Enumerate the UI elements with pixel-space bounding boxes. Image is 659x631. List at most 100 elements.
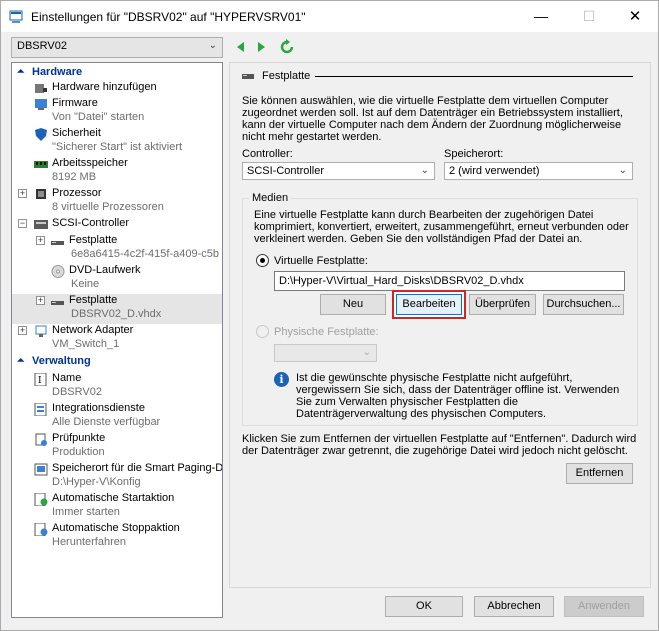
tree-item-detail: VM_Switch_1 <box>52 338 120 350</box>
smart-paging-icon <box>34 463 48 476</box>
media-group-label: Medien <box>249 192 292 204</box>
tree-item-pruefpunkte[interactable]: Prüfpunkte Produktion <box>12 432 222 462</box>
chevron-down-icon: ⌄ <box>618 165 627 176</box>
window-title: Einstellungen für "DBSRV02" auf "HYPERVS… <box>31 10 306 24</box>
tree-item-detail: Keine <box>71 278 100 290</box>
tree-item-festplatte-1[interactable]: + Festplatte 6e8a6415-4c2f-415f-a409-c5b… <box>12 234 222 264</box>
scsi-controller-icon <box>34 220 48 229</box>
tree-item-prozessor[interactable]: + Prozessor 8 virtuelle Prozessoren <box>12 187 222 217</box>
tree-item-firmware[interactable]: Firmware Von "Datei" starten <box>12 97 222 127</box>
tree-item-arbeitsspeicher[interactable]: Arbeitsspeicher 8192 MB <box>12 157 222 187</box>
tree-item-detail: 8192 MB <box>52 171 97 183</box>
edit-button[interactable]: Bearbeiten <box>396 294 462 315</box>
hard-disk-icon <box>51 301 64 305</box>
auto-stop-icon <box>34 523 48 536</box>
physical-disk-radio[interactable] <box>256 325 269 338</box>
tree-item-automatische-startaktion[interactable]: Automatische Startaktion Immer starten <box>12 492 222 522</box>
hyperv-settings-icon <box>9 10 23 23</box>
tree-item-label: Speicherort für die Smart Paging-D... <box>52 462 223 474</box>
tree-item-label: Firmware <box>52 97 98 109</box>
firmware-icon <box>35 99 47 110</box>
tree-item-sicherheit[interactable]: Sicherheit "Sicherer Start" ist aktivier… <box>12 127 222 157</box>
media-description: Eine virtuelle Festplatte kann durch Bea… <box>254 209 629 245</box>
tree-item-network-adapter[interactable]: + Network Adapter VM_Switch_1 <box>12 324 222 354</box>
tree-item-detail: 6e8a6415-4c2f-415f-a409-c5b... <box>71 248 219 260</box>
dvd-drive-icon <box>51 265 65 278</box>
virtual-disk-label: Virtuelle Festplatte: <box>274 255 368 267</box>
back-arrow-icon[interactable] <box>233 39 249 55</box>
remove-description: Klicken Sie zum Entfernen der virtuellen… <box>242 433 637 457</box>
physical-disk-select[interactable]: ⌄ <box>274 344 377 362</box>
tree-item-integrationsdienste[interactable]: Integrationsdienste Alle Dienste verfügb… <box>12 402 222 432</box>
refresh-icon[interactable] <box>279 39 295 55</box>
processor-icon <box>36 189 46 199</box>
hard-disk-icon <box>51 241 64 245</box>
tree-item-label: Arbeitsspeicher <box>52 157 128 169</box>
maximize-button[interactable]: ☐ <box>566 1 612 32</box>
title-bar: Einstellungen für "DBSRV02" auf "HYPERVS… <box>1 1 658 32</box>
tree-item-dvd-laufwerk[interactable]: DVD-Laufwerk Keine <box>12 264 222 294</box>
checkpoint-icon <box>35 433 47 446</box>
media-group: Medien Eine virtuelle Festplatte kann du… <box>242 192 638 426</box>
intro-text: Sie können auswählen, wie die virtuelle … <box>242 95 623 143</box>
integration-services-icon <box>34 403 47 416</box>
tree-item-label: Integrationsdienste <box>52 402 145 414</box>
forward-arrow-icon[interactable] <box>253 39 269 55</box>
tree-item-detail: DBSRV02 <box>52 386 102 398</box>
hard-disk-icon <box>242 74 254 79</box>
auto-start-icon <box>34 493 48 506</box>
tree-item-detail: Von "Datei" starten <box>52 111 145 123</box>
shield-icon <box>35 128 47 141</box>
settings-window: Einstellungen für "DBSRV02" auf "HYPERVS… <box>0 0 659 631</box>
virtual-disk-radio[interactable] <box>256 254 269 267</box>
section-hardware[interactable]: ⏶ Hardware <box>12 66 222 80</box>
settings-tree: ⏶ Hardware Hardware hinzufügen Firmware … <box>11 62 223 618</box>
svg-text:I: I <box>38 376 42 386</box>
minimize-button[interactable]: — <box>518 1 564 32</box>
detail-pane: Festplatte Sie können auswählen, wie die… <box>229 62 651 588</box>
expand-plus-icon[interactable]: + <box>18 189 27 198</box>
controller-select[interactable]: SCSI-Controller ⌄ <box>242 162 435 180</box>
vm-select[interactable]: DBSRV02 ⌄ <box>11 37 223 58</box>
header-divider <box>315 76 633 77</box>
close-button[interactable]: ✕ <box>612 1 658 32</box>
tree-item-detail: Immer starten <box>52 506 120 518</box>
tree-item-label: Festplatte <box>69 294 118 306</box>
expand-plus-icon[interactable]: + <box>18 326 27 335</box>
collapse-minus-icon[interactable]: − <box>18 219 27 228</box>
tree-item-detail: "Sicherer Start" ist aktiviert <box>52 141 183 153</box>
ok-button[interactable]: OK <box>385 596 463 617</box>
apply-button[interactable]: Anwenden <box>564 596 644 617</box>
expand-plus-icon[interactable]: + <box>36 296 45 305</box>
expand-plus-icon[interactable]: + <box>36 236 45 245</box>
chevron-down-icon: ⌄ <box>208 40 217 51</box>
browse-button[interactable]: Durchsuchen... <box>543 294 624 315</box>
tree-item-name[interactable]: I Name DBSRV02 <box>12 372 222 402</box>
remove-button[interactable]: Entfernen <box>566 463 633 484</box>
info-text: Ist die gewünschte physische Festplatte … <box>296 372 620 420</box>
name-icon: I <box>34 373 47 386</box>
tree-item-detail: D:\Hyper-V\Konfig <box>52 476 141 488</box>
cancel-button[interactable]: Abbrechen <box>474 596 554 617</box>
controller-label: Controller: <box>242 148 293 160</box>
page-title: Festplatte <box>262 70 311 82</box>
location-label: Speicherort: <box>444 148 504 160</box>
virtual-disk-path-field[interactable]: D:\Hyper-V\Virtual_Hard_Disks\DBSRV02_D.… <box>274 271 625 291</box>
tree-item-automatische-stoppaktion[interactable]: Automatische Stoppaktion Herunterfahren <box>12 522 222 552</box>
collapse-caret-icon: ⏶ <box>17 66 25 76</box>
new-button[interactable]: Neu <box>320 294 386 315</box>
tree-item-smart-paging[interactable]: Speicherort für die Smart Paging-D... D:… <box>12 462 222 492</box>
inspect-button[interactable]: Überprüfen <box>469 294 536 315</box>
tree-item-label: Automatische Startaktion <box>52 492 175 504</box>
location-select-value: 2 (wird verwendet) <box>449 165 540 177</box>
chevron-down-icon: ⌄ <box>362 347 371 358</box>
location-select[interactable]: 2 (wird verwendet) ⌄ <box>444 162 633 180</box>
tree-item-label: Network Adapter <box>52 324 134 336</box>
tree-item-label: SCSI-Controller <box>52 217 130 229</box>
vm-select-value: DBSRV02 <box>17 40 67 52</box>
info-icon: i <box>274 372 289 387</box>
tree-item-festplatte-2-selected[interactable]: + Festplatte DBSRV02_D.vhdx <box>12 294 222 324</box>
section-verwaltung[interactable]: ⏶ Verwaltung <box>12 355 222 369</box>
tree-item-detail: Alle Dienste verfügbar <box>52 416 161 428</box>
controller-select-value: SCSI-Controller <box>247 165 325 177</box>
